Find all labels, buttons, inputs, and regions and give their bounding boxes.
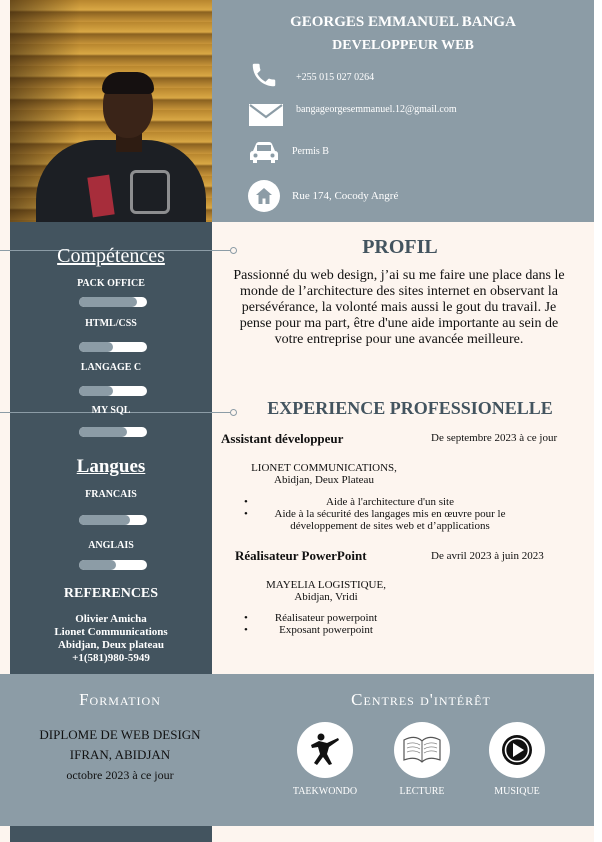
language-bar: [79, 515, 147, 525]
formation-title: Formation: [79, 690, 161, 709]
skill-label: PACK OFFICE: [77, 278, 145, 289]
skill-bar: [79, 342, 147, 352]
formation-date: octobre 2023 à ce jour: [66, 768, 174, 782]
interests-title: Centres d'intérêt: [351, 690, 491, 709]
references-title: REFERENCES: [63, 586, 159, 601]
company-1: LIONET COMMUNICATIONS, Abidjan, Deux Pla…: [226, 462, 422, 486]
skill-label: HTML/CSS: [85, 318, 137, 329]
language-bar-fill: [79, 560, 117, 570]
phone-text: +255 015 027 0264: [296, 72, 375, 83]
formation-school: IFRAN, ABIDJAN: [69, 747, 171, 762]
company-2: MAYELIA LOGISTIQUE, Abidjan, Vridi: [236, 579, 416, 603]
reference-phone: +1(581)980-5949: [72, 652, 150, 664]
experience-title: EXPERIENCE PROFESSIONELLE: [267, 398, 553, 418]
skill-label: MY SQL: [91, 405, 131, 416]
photo-hoodie: [36, 140, 206, 222]
play-icon: [489, 722, 545, 778]
page-edge: [594, 0, 602, 842]
bullet-item: Aide à la sécurité des langages mis en œ…: [244, 508, 522, 532]
language-bar: [79, 560, 147, 570]
license-text: Permis B: [292, 146, 329, 157]
car-icon: [248, 140, 280, 166]
full-name: GEORGES EMMANUEL BANGA: [290, 14, 516, 30]
profile-text: Passionné du web design, j’ai su me fair…: [233, 268, 565, 347]
bullet-item: Réalisateur powerpoint: [244, 612, 394, 624]
interest-label: MUSIQUE: [494, 786, 540, 797]
phone-icon: [248, 60, 280, 90]
address-text: Rue 174, Cocody Angré: [292, 190, 399, 202]
company-name: LIONET COMMUNICATIONS,: [251, 462, 397, 474]
skill-bar: [79, 427, 147, 437]
job-bullets-1: Aide à l'architecture d'un site Aide à l…: [244, 496, 522, 532]
taekwondo-icon: [297, 722, 353, 778]
company-location: Abidjan, Vridi: [294, 591, 358, 603]
languages-title: Langues: [76, 456, 146, 477]
skills-title: Compétences: [57, 245, 165, 267]
photo-print-outline: [130, 170, 170, 214]
bottom-strip: [10, 826, 212, 842]
reference-company: Lionet Communications: [54, 626, 168, 638]
bullet-item: Aide à l'architecture d'un site: [244, 496, 522, 508]
skill-bar-fill: [79, 427, 127, 437]
photo-hair: [102, 72, 154, 94]
job-title-1: Assistant développeur: [221, 431, 344, 446]
formation-diploma: DIPLOME DE WEB DESIGN: [39, 727, 201, 742]
language-label: ANGLAIS: [88, 540, 134, 551]
bullet-item: Exposant powerpoint: [244, 624, 394, 636]
job-date-1: De septembre 2023 à ce jour: [431, 432, 558, 444]
skill-bar-fill: [79, 342, 113, 352]
book-icon: [394, 722, 450, 778]
job-date-2: De avril 2023 à juin 2023: [431, 550, 544, 562]
skill-bar-fill: [79, 386, 113, 396]
skill-bar: [79, 297, 147, 307]
interest-label: TAEKWONDO: [292, 786, 358, 797]
cv-page: GEORGES EMMANUEL BANGA DEVELOPPEUR WEB +…: [0, 0, 602, 842]
language-bar-fill: [79, 515, 130, 525]
company-location: Abidjan, Deux Plateau: [274, 474, 374, 486]
skill-bar: [79, 386, 147, 396]
skill-bar-fill: [79, 297, 137, 307]
job-title: DEVELOPPEUR WEB: [332, 38, 474, 53]
email-text: bangageorgesemmanuel.12@gmail.com: [296, 104, 457, 115]
job-title-2: Réalisateur PowerPoint: [235, 548, 367, 563]
reference-location: Abidjan, Deux plateau: [57, 639, 165, 651]
mail-icon: [248, 102, 284, 128]
job-bullets-2: Réalisateur powerpoint Exposant powerpoi…: [244, 612, 394, 636]
reference-name: Olivier Amicha: [75, 613, 147, 625]
interest-label: LECTURE: [399, 786, 445, 797]
company-name: MAYELIA LOGISTIQUE,: [266, 579, 386, 591]
profile-title: PROFIL: [362, 236, 438, 258]
profile-photo: [10, 0, 212, 222]
home-icon: [248, 180, 280, 212]
language-label: FRANCAIS: [85, 489, 137, 500]
skill-label: LANGAGE C: [80, 362, 142, 373]
